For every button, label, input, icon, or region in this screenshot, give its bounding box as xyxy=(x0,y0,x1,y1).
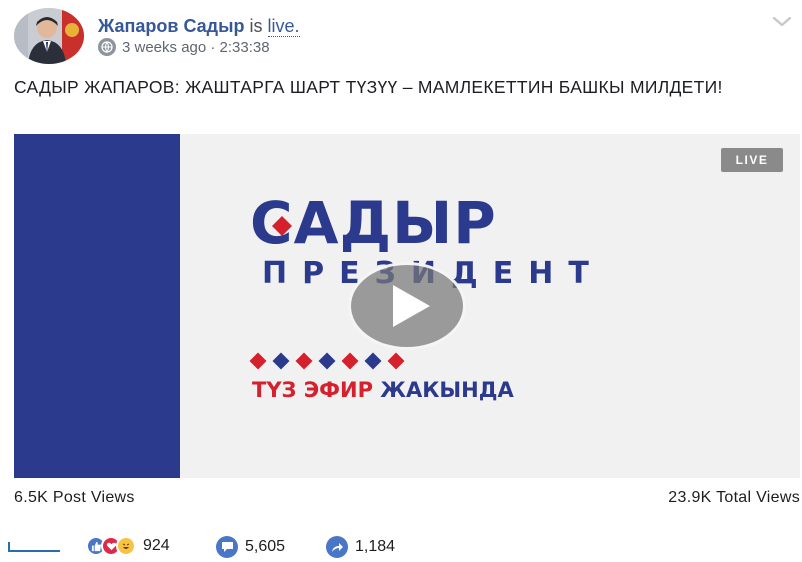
decor-diamond-icon xyxy=(364,352,382,370)
post-header: Жапаров Садыр is live. 3 weeks ago · 2:3… xyxy=(14,8,794,66)
video-side-stripe xyxy=(14,134,180,478)
comment-summary[interactable]: 5,605 xyxy=(216,536,285,558)
decor-diamond-icon xyxy=(272,352,290,370)
logo-diamond-icon xyxy=(272,216,292,236)
coming-soon-red: ТҮЗ ЭФИР xyxy=(252,378,373,402)
decor-diamond-icon xyxy=(295,352,313,370)
status-verb: is xyxy=(249,16,263,36)
post-meta: 3 weeks ago · 2:33:38 xyxy=(98,38,270,56)
decor-diamond-icon xyxy=(249,352,267,370)
engagement-bar: 924 5,605 1,184 xyxy=(0,528,802,562)
reaction-count: 924 xyxy=(143,537,170,554)
share-icon xyxy=(326,536,348,558)
live-video-player[interactable]: LIVE САДЫР ПРЕЗИДЕНТ ТҮЗ ЭФИР ЖАКЫНДА xyxy=(14,134,800,478)
reaction-summary[interactable]: 924 xyxy=(86,536,170,556)
view-stats: 6.5K Post Views 23.9K Total Views xyxy=(14,489,800,507)
comment-count: 5,605 xyxy=(245,538,286,555)
decor-diamond-icon xyxy=(387,352,405,370)
globe-icon xyxy=(98,38,116,56)
decor-diamond-icon xyxy=(318,352,336,370)
share-count: 1,184 xyxy=(355,538,396,555)
coming-soon-caption: ТҮЗ ЭФИР ЖАКЫНДА xyxy=(252,378,514,402)
share-summary[interactable]: 1,184 xyxy=(326,536,395,558)
avatar[interactable] xyxy=(14,8,84,64)
haha-icon xyxy=(116,536,136,556)
diamond-row xyxy=(249,352,405,370)
total-views: 23.9K Total Views xyxy=(668,489,800,506)
bracket-line xyxy=(8,542,60,552)
play-icon xyxy=(393,285,430,327)
post-text: САДЫР ЖАПАРОВ: ЖАШТАРГА ШАРТ ТҮЗҮҮ – МАМ… xyxy=(14,77,723,97)
reaction-icons xyxy=(86,536,136,556)
avatar-image xyxy=(14,8,84,64)
play-button[interactable] xyxy=(348,262,466,350)
decor-diamond-icon xyxy=(341,352,359,370)
live-badge: LIVE xyxy=(721,148,783,172)
author-line: Жапаров Садыр is live. xyxy=(98,16,300,37)
chevron-down-icon[interactable] xyxy=(770,12,794,32)
author-name[interactable]: Жапаров Садыр xyxy=(98,16,244,36)
comment-icon xyxy=(216,536,238,558)
live-link[interactable]: live. xyxy=(267,16,300,37)
coming-soon-blue: ЖАКЫНДА xyxy=(380,378,514,402)
post-views: 6.5K Post Views xyxy=(14,489,135,506)
timestamp[interactable]: 3 weeks ago · 2:33:38 xyxy=(122,39,270,56)
